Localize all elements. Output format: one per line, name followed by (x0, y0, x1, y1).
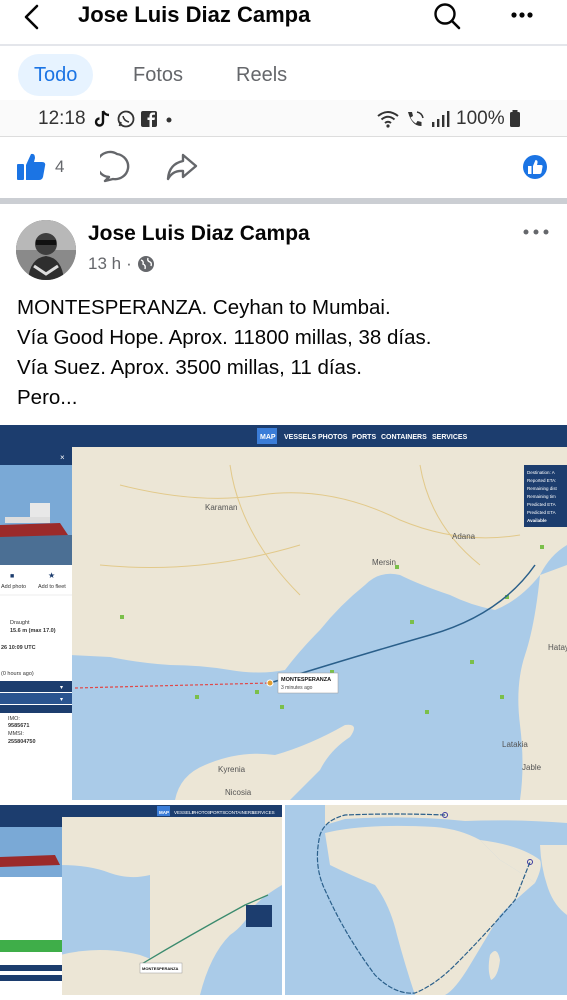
map-label: Jable (522, 763, 542, 772)
dropdown-icon: ▾ (60, 685, 63, 691)
status-bar: 12:18 100% (0, 100, 567, 136)
star-icon: ★ (48, 571, 55, 580)
map-nav-item: MAP (260, 434, 276, 441)
reaction-bar: 4 (0, 140, 567, 196)
ago-value: (0 hours ago) (1, 671, 34, 677)
wifi-icon (377, 111, 399, 128)
draught-label: Draught (10, 620, 30, 626)
add-photo-label: Add photo (1, 584, 26, 590)
post-more-icon[interactable] (520, 222, 552, 242)
map-nav-item: MAP (159, 810, 169, 815)
signal-icon (432, 111, 450, 127)
whatsapp-icon (117, 110, 135, 128)
info-box-line: Reported ETA: (527, 478, 556, 483)
status-app-icons (94, 108, 176, 130)
map-label: Nicosia (225, 788, 252, 797)
add-fleet-label: Add to fleet (38, 584, 66, 590)
like-count: 4 (55, 157, 65, 176)
status-right-icons: 100% (376, 108, 521, 130)
section-divider (0, 198, 567, 204)
info-box-line: Remaining tim (527, 494, 556, 499)
info-box-line: Destination: A (527, 470, 555, 475)
more-horizontal-icon[interactable] (505, 2, 539, 32)
map-nav-item: PHOTOS (318, 434, 348, 441)
tab-reels[interactable]: Reels (220, 54, 303, 96)
search-icon[interactable] (430, 2, 464, 32)
divider (0, 44, 567, 46)
map-label: Hatay (548, 643, 567, 652)
facebook-icon (141, 111, 157, 127)
vessel-label: MONTESPERANZA (142, 966, 179, 971)
page-title: Jose Luis Diaz Campa (78, 2, 311, 27)
map-label: Mersin (372, 558, 396, 567)
dropdown-icon: ▾ (60, 697, 63, 703)
map-nav-item: PORTS (210, 810, 225, 815)
globe-icon (137, 256, 154, 272)
map-nav-item: CONTAINERS (225, 810, 254, 815)
info-box-line: Predicted ETA (527, 510, 556, 515)
timestamp-value: 26 10:09 UTC (1, 645, 36, 651)
map-label: Adana (452, 532, 476, 541)
post-photo-strait-map[interactable]: MAP VESSELS PHOTOS PORTS CONTAINERS SERV… (0, 805, 282, 995)
avatar[interactable] (16, 220, 76, 280)
camera-icon: ■ (10, 573, 14, 580)
vessel-sublabel: 3 minutes ago (281, 685, 313, 691)
post-text-line: MONTESPERANZA. Ceyhan to Mumbai. (17, 296, 391, 319)
map-nav-item: SERVICES (432, 434, 468, 441)
map-nav-item: SERVICES (252, 810, 275, 815)
battery-icon (509, 110, 520, 127)
top-app-bar: Jose Luis Diaz Campa (0, 0, 567, 44)
map-label: Kyrenia (218, 765, 246, 774)
call-icon (408, 111, 424, 127)
post-time[interactable]: 13 h (88, 254, 121, 274)
like-reaction-icon (523, 155, 547, 179)
imo-label: IMO: (8, 716, 20, 722)
meta-separator: · (126, 254, 132, 273)
divider (0, 136, 567, 137)
post-author[interactable]: Jose Luis Diaz Campa (88, 222, 310, 246)
post-text-line[interactable]: Pero... (17, 383, 557, 413)
battery-percent: 100% (456, 108, 505, 129)
imo-value: 9585671 (8, 723, 29, 729)
post-text: MONTESPERANZA. Ceyhan to Mumbai. Vía Goo… (17, 293, 557, 413)
chevron-left-icon[interactable] (18, 2, 48, 32)
dot-icon (166, 117, 172, 123)
map-nav-item: PHOTOS (192, 810, 211, 815)
info-box-line: Remaining dist (527, 486, 558, 491)
map-nav-item: VESSELS (284, 434, 317, 441)
map-nav-item: CONTAINERS (381, 434, 427, 441)
share-icon[interactable] (165, 150, 199, 184)
like-icon[interactable] (14, 150, 48, 184)
post-photo-africa-route-map[interactable] (285, 805, 567, 995)
map-label: Karaman (205, 503, 237, 512)
map-nav-item: PORTS (352, 434, 376, 441)
post-meta: 13 h · (88, 254, 155, 274)
mmsi-value: 255804750 (8, 739, 36, 745)
status-time: 12:18 (38, 108, 86, 129)
post-photo-main-map[interactable]: MAP VESSELS PHOTOS PORTS CONTAINERS SERV… (0, 425, 567, 800)
mmsi-label: MMSI: (8, 731, 24, 737)
draught-value: 15.6 m (max 17.0) (10, 628, 56, 634)
tiktok-icon (94, 110, 110, 127)
close-icon: × (60, 453, 65, 462)
map-label: Latakia (502, 740, 528, 749)
post-text-line: Vía Suez. Aprox. 3500 millas, 11 días. (17, 356, 362, 379)
tab-fotos[interactable]: Fotos (117, 54, 199, 96)
info-box-line: Predicted ETA (527, 502, 556, 507)
filter-tabs: Todo Fotos Reels (0, 50, 567, 100)
vessel-label: MONTESPERANZA (281, 677, 331, 683)
tab-todo[interactable]: Todo (18, 54, 94, 96)
info-box-line: Available (527, 518, 547, 523)
comment-icon[interactable] (100, 150, 134, 184)
post-text-line: Vía Good Hope. Aprox. 11800 millas, 38 d… (17, 326, 432, 349)
